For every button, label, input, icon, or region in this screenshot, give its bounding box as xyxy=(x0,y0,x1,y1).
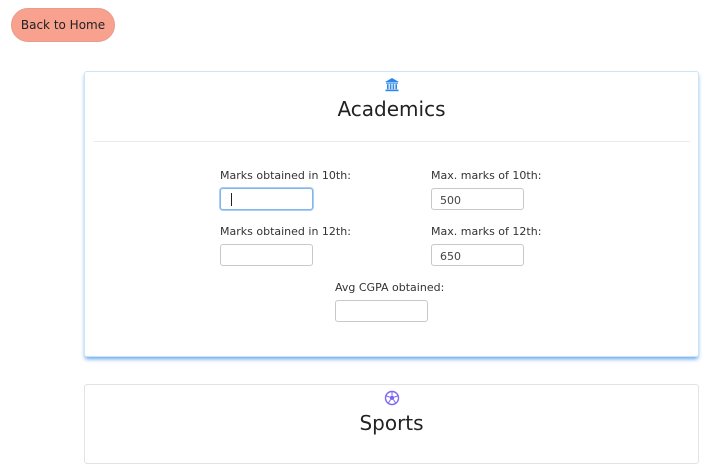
max-10th-field: Max. marks of 10th: 500 xyxy=(431,169,542,210)
max-12th-input[interactable]: 650 xyxy=(431,244,524,266)
marks-10th-field: Marks obtained in 10th: xyxy=(220,169,351,210)
soccer-ball-icon xyxy=(384,390,399,406)
cgpa-field: Avg CGPA obtained: xyxy=(335,281,445,322)
max-10th-label: Max. marks of 10th: xyxy=(431,169,542,182)
sports-title: Sports xyxy=(359,411,424,435)
marks-10th-label: Marks obtained in 10th: xyxy=(220,169,351,182)
divider xyxy=(93,141,690,142)
marks-12th-field: Marks obtained in 12th: xyxy=(220,225,351,266)
max-12th-field: Max. marks of 12th: 650 xyxy=(431,225,542,266)
marks-12th-input[interactable] xyxy=(220,244,313,266)
cgpa-label: Avg CGPA obtained: xyxy=(335,281,445,294)
marks-12th-label: Marks obtained in 12th: xyxy=(220,225,351,238)
sports-card: Sports xyxy=(84,384,699,464)
cgpa-input[interactable] xyxy=(335,300,428,322)
marks-10th-input[interactable] xyxy=(220,188,313,210)
max-12th-label: Max. marks of 12th: xyxy=(431,225,542,238)
institution-icon xyxy=(384,78,399,92)
max-10th-input[interactable]: 500 xyxy=(431,188,524,210)
academics-title: Academics xyxy=(337,97,446,121)
back-to-home-button[interactable]: Back to Home xyxy=(11,8,115,42)
academics-card: Academics Marks obtained in 10th: Max. m… xyxy=(84,71,699,357)
text-caret xyxy=(231,193,232,206)
